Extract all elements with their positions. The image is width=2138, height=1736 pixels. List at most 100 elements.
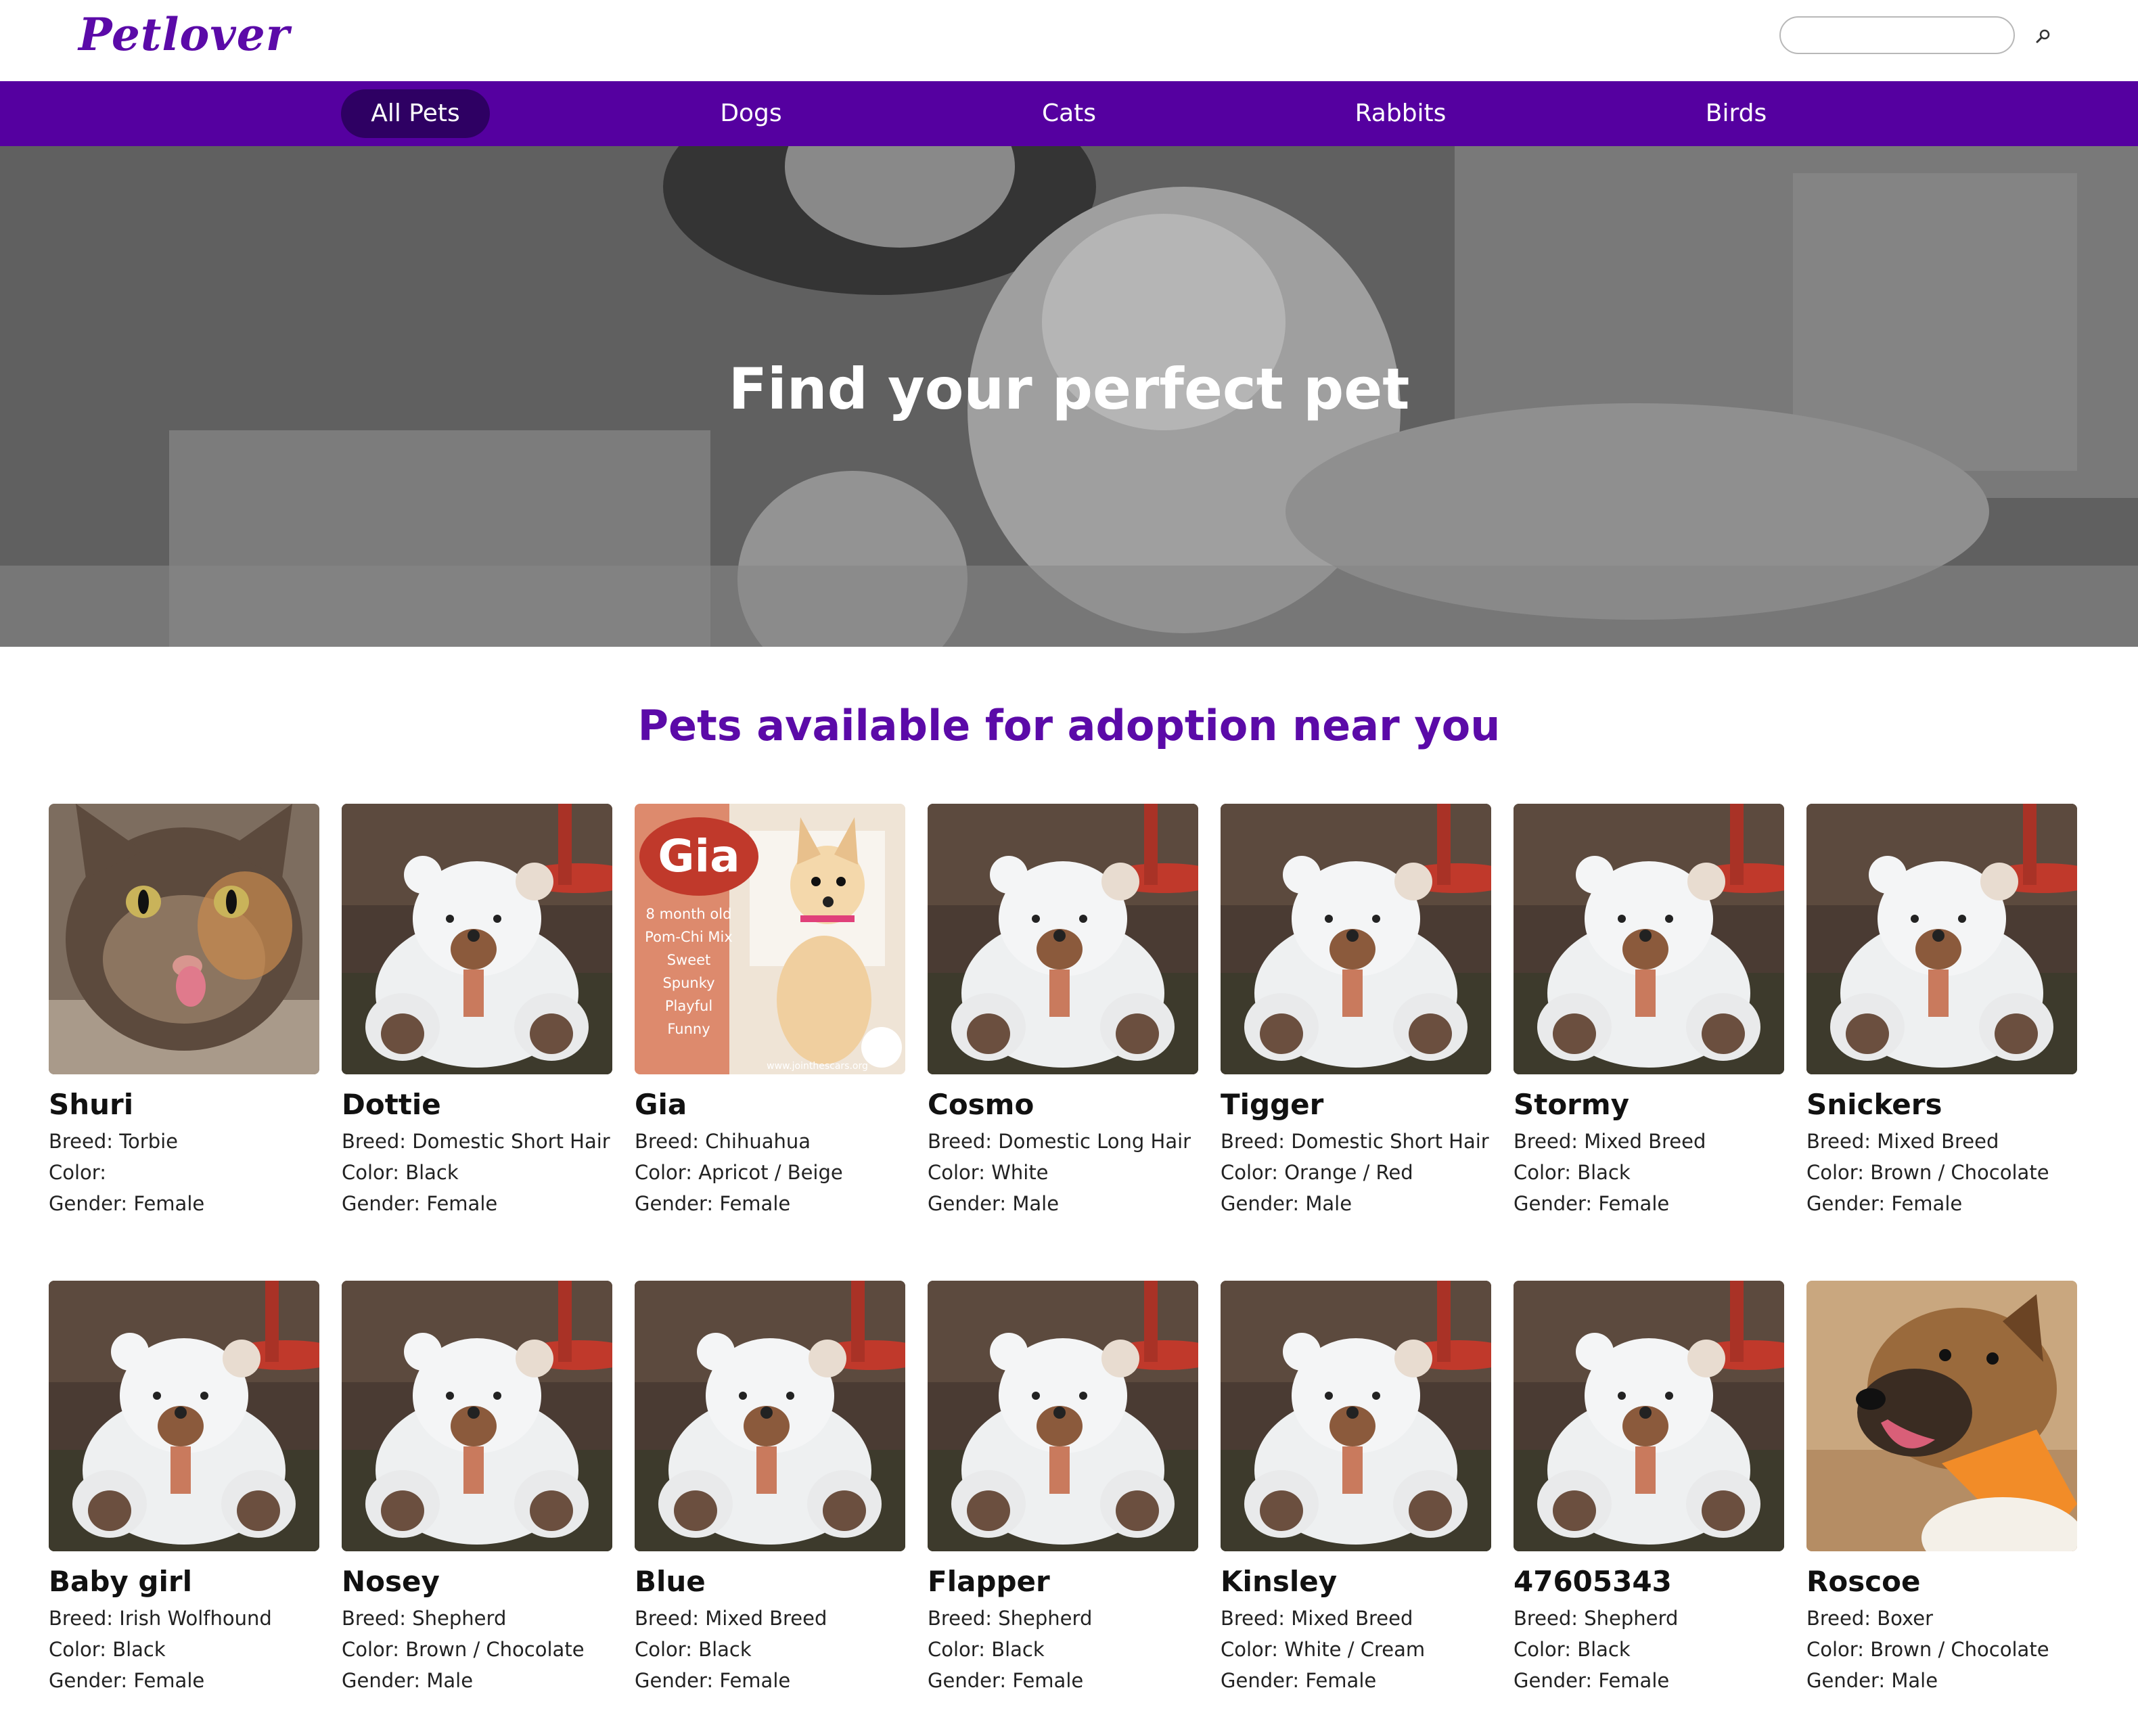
pet-breed-label: Breed: <box>342 1130 407 1153</box>
pet-breed: Breed: Chihuahua <box>635 1130 811 1153</box>
pet-color: Color: Black <box>928 1638 1045 1661</box>
pet-card[interactable]: Shuri Breed: Torbie Color: Gender: Female <box>49 804 319 1237</box>
pet-color: Color: Brown / Chocolate <box>342 1638 585 1661</box>
pet-gender-value: Male <box>1305 1192 1352 1215</box>
pet-name[interactable]: Roscoe <box>1806 1565 1920 1598</box>
pet-breed: Breed: Boxer <box>1806 1607 1933 1630</box>
pet-color-label: Color: <box>635 1638 692 1661</box>
pet-photo[interactable] <box>635 1281 905 1551</box>
pet-color: Color: Black <box>635 1638 752 1661</box>
svg-text:8 month old: 8 month old <box>646 906 732 922</box>
pet-photo[interactable] <box>1221 804 1491 1074</box>
pet-gender-value: Male <box>1891 1669 1938 1692</box>
pet-color-value: Black <box>1577 1638 1631 1661</box>
pet-photo[interactable] <box>928 804 1198 1074</box>
pet-color-value: Apricot / Beige <box>698 1161 843 1184</box>
pet-photo[interactable] <box>342 1281 612 1551</box>
pet-photo[interactable] <box>49 1281 319 1551</box>
pet-gender: Gender: Female <box>928 1669 1083 1692</box>
pet-name[interactable]: Shuri <box>49 1088 133 1121</box>
pet-name[interactable]: Tigger <box>1221 1088 1323 1121</box>
pet-name[interactable]: Snickers <box>1806 1088 1942 1121</box>
pet-breed-value: Mixed Breed <box>1584 1130 1706 1153</box>
pet-card[interactable]: Tigger Breed: Domestic Short Hair Color: O… <box>1221 804 1491 1237</box>
pet-gender: Gender: Male <box>342 1669 473 1692</box>
pet-breed-value: Chihuahua <box>705 1130 811 1153</box>
pet-color-label: Color: <box>1514 1161 1571 1184</box>
pet-color: Color: Brown / Chocolate <box>1806 1638 2049 1661</box>
pet-photo[interactable] <box>1806 804 2077 1074</box>
pet-breed: Breed: Domestic Long Hair <box>928 1130 1191 1153</box>
pet-breed-label: Breed: <box>928 1130 993 1153</box>
pet-gender-label: Gender: <box>1514 1192 1593 1215</box>
pet-gender: Gender: Female <box>1514 1192 1669 1215</box>
pet-card[interactable]: Gia 8 month old Pom-Chi Mix Sweet Spunky… <box>635 804 905 1237</box>
pet-name[interactable]: Flapper <box>928 1565 1050 1598</box>
search-icon[interactable] <box>2034 27 2053 46</box>
pet-card[interactable]: Flapper Breed: Shepherd Color: Black Gender… <box>928 1281 1198 1714</box>
pet-card[interactable]: Baby girl Breed: Irish Wolfhound Color: Bl… <box>49 1281 319 1714</box>
pet-card[interactable]: 47605343 Breed: Shepherd Color: Black Gende… <box>1514 1281 1784 1714</box>
pet-color-value: Orange / Red <box>1284 1161 1413 1184</box>
pet-breed-value: Mixed Breed <box>1877 1130 1999 1153</box>
pet-photo[interactable] <box>1514 1281 1784 1551</box>
pet-card[interactable]: Roscoe Breed: Boxer Color: Brown / Chocola… <box>1806 1281 2077 1714</box>
nav-cats[interactable]: Cats <box>995 89 1143 138</box>
pet-card[interactable]: Cosmo Breed: Domestic Long Hair Color: Whi… <box>928 804 1198 1237</box>
pet-name[interactable]: Nosey <box>342 1565 440 1598</box>
pet-color-label: Color: <box>342 1638 399 1661</box>
pet-gender-label: Gender: <box>1806 1669 1886 1692</box>
pet-gender-label: Gender: <box>49 1192 128 1215</box>
nav-all-pets[interactable]: All Pets <box>341 89 490 138</box>
pet-photo[interactable] <box>1221 1281 1491 1551</box>
section-title: Pets available for adoption near you <box>637 701 1501 750</box>
pet-color-value: Black <box>405 1161 459 1184</box>
pet-photo[interactable] <box>928 1281 1198 1551</box>
pet-gender: Gender: Female <box>1221 1669 1376 1692</box>
pet-photo[interactable] <box>1514 804 1784 1074</box>
pet-name[interactable]: 47605343 <box>1514 1565 1672 1598</box>
svg-text:Sweet: Sweet <box>667 952 711 968</box>
pet-name[interactable]: Baby girl <box>49 1565 192 1598</box>
search-input[interactable] <box>1779 16 2015 54</box>
svg-text:www.jointhescars.org: www.jointhescars.org <box>767 1061 868 1072</box>
pet-gender-label: Gender: <box>1221 1192 1300 1215</box>
pet-color: Color: Black <box>1514 1161 1631 1184</box>
pet-photo[interactable]: Gia 8 month old Pom-Chi Mix Sweet Spunky… <box>635 804 905 1074</box>
pet-gender: Gender: Female <box>635 1192 790 1215</box>
pet-card[interactable]: Nosey Breed: Shepherd Color: Brown / Choco… <box>342 1281 612 1714</box>
nav-birds[interactable]: Birds <box>1662 89 1811 138</box>
pet-breed-label: Breed: <box>1806 1130 1871 1153</box>
pet-breed-label: Breed: <box>49 1607 114 1630</box>
nav-dogs[interactable]: Dogs <box>677 89 825 138</box>
pet-breed-label: Breed: <box>49 1130 114 1153</box>
pet-breed-label: Breed: <box>1514 1130 1578 1153</box>
pet-color: Color: Black <box>49 1638 166 1661</box>
pet-card[interactable]: Snickers Breed: Mixed Breed Color: Brown /… <box>1806 804 2077 1237</box>
pet-color-value: White / Cream <box>1284 1638 1426 1661</box>
pet-name[interactable]: Dottie <box>342 1088 441 1121</box>
pet-name[interactable]: Blue <box>635 1565 706 1598</box>
pet-card[interactable]: Stormy Breed: Mixed Breed Color: Black Gend… <box>1514 804 1784 1237</box>
pet-card[interactable]: Kinsley Breed: Mixed Breed Color: White / … <box>1221 1281 1491 1714</box>
site-logo[interactable]: Petlover <box>78 8 290 61</box>
pet-gender-value: Female <box>719 1192 791 1215</box>
pet-color-value: White <box>991 1161 1049 1184</box>
pet-card[interactable]: Blue Breed: Mixed Breed Color: Black Gender… <box>635 1281 905 1714</box>
pet-gender: Gender: Male <box>928 1192 1059 1215</box>
pet-color-value: Brown / Chocolate <box>1870 1161 2049 1184</box>
pet-card[interactable]: Dottie Breed: Domestic Short Hair Color: B… <box>342 804 612 1237</box>
pet-name[interactable]: Stormy <box>1514 1088 1629 1121</box>
pet-name[interactable]: Kinsley <box>1221 1565 1337 1598</box>
pet-photo[interactable] <box>342 804 612 1074</box>
pet-color: Color: Apricot / Beige <box>635 1161 843 1184</box>
pet-breed: Breed: Torbie <box>49 1130 178 1153</box>
svg-text:Pom-Chi Mix: Pom-Chi Mix <box>645 929 733 945</box>
nav-rabbits[interactable]: Rabbits <box>1326 89 1475 138</box>
pet-name[interactable]: Cosmo <box>928 1088 1034 1121</box>
pet-name[interactable]: Gia <box>635 1088 687 1121</box>
pet-gender-value: Female <box>1598 1669 1670 1692</box>
pet-breed-value: Shepherd <box>412 1607 507 1630</box>
pet-photo[interactable] <box>49 804 319 1074</box>
pet-photo[interactable] <box>1806 1281 2077 1551</box>
